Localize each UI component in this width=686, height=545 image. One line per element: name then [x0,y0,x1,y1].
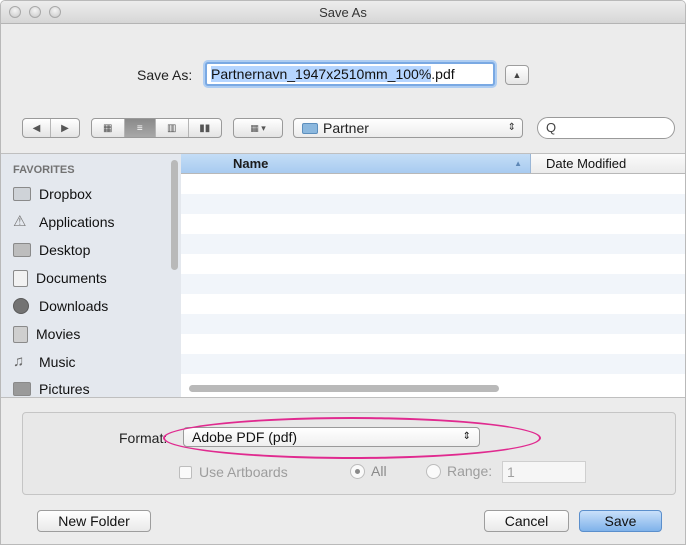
all-radio-option[interactable]: All [350,463,387,479]
sidebar-item-label: Downloads [39,298,109,314]
date-modified-column-header[interactable]: Date Modified [531,154,685,173]
use-artboards-label: Use Artboards [199,464,288,480]
sidebar-item-desktop[interactable]: Desktop [13,238,90,262]
filename-extension: .pdf [431,66,455,82]
sidebar-item-dropbox[interactable]: Dropbox [13,182,92,206]
range-radio-label: Range: [447,463,493,479]
icon-view-button[interactable]: ▦ [92,119,125,137]
table-row [181,334,685,354]
downloads-icon [13,298,29,314]
table-row [181,354,685,374]
list-view-button[interactable]: ≡ [124,119,157,137]
all-radio-label: All [371,463,387,479]
save-as-dialog: Save As Save As: Partnernavn_1947x2510mm… [0,0,686,545]
sidebar-item-label: Applications [39,214,115,230]
applications-icon: ⚠ [13,213,27,230]
sidebar-item-pictures[interactable]: Pictures [13,377,90,401]
range-input[interactable]: 1 [502,461,586,483]
sidebar-item-label: Documents [36,270,107,286]
music-icon: ♫ [13,353,25,370]
sidebar-item-label: Dropbox [39,186,92,202]
search-field[interactable]: Q [537,117,675,139]
documents-icon [13,269,28,287]
sidebar-scrollbar[interactable] [171,160,178,270]
title-bar: Save As [1,1,685,24]
format-select[interactable]: Adobe PDF (pdf) ⇕ [183,427,480,447]
filename-selected-text: Partnernavn_1947x2510mm_100% [211,66,432,82]
back-button[interactable]: ◀ [23,119,51,137]
desktop-icon [13,243,31,257]
format-label: Format: [119,430,168,446]
table-row [181,254,685,274]
sidebar-item-movies[interactable]: Movies [13,322,80,346]
location-popup[interactable]: Partner ⇕ [293,118,523,138]
expand-dialog-button[interactable]: ▲ [505,65,529,85]
camera-icon [13,382,31,396]
coverflow-view-icon: ▮▮ [199,122,211,134]
horizontal-scrollbar[interactable] [189,385,499,392]
table-row [181,174,685,194]
table-row [181,194,685,214]
table-row [181,214,685,234]
file-list: Name ▲ Date Modified [181,153,685,398]
movies-icon [13,325,28,343]
use-artboards-option[interactable]: Use Artboards [179,464,288,480]
name-column-header[interactable]: Name ▲ [181,154,531,173]
forward-button[interactable]: ▶ [51,119,79,137]
view-mode-control: ▦ ≡ ▥ ▮▮ [91,118,222,138]
sidebar: FAVORITES Dropbox ⚠ Applications Desktop… [1,153,181,398]
column-view-button[interactable]: ▥ [156,119,189,137]
sidebar-item-label: Movies [36,326,81,342]
sidebar-item-label: Pictures [39,381,90,397]
sidebar-item-downloads[interactable]: Downloads [13,294,108,318]
arrange-icon: ▦ ▾ [250,122,266,133]
sidebar-item-documents[interactable]: Documents [13,266,107,290]
cancel-button[interactable]: Cancel [484,510,569,532]
table-row [181,234,685,254]
back-forward-control: ◀ ▶ [22,118,80,138]
popup-arrows-icon: ⇕ [462,431,471,442]
folder-icon [302,123,318,134]
sidebar-item-label: Music [39,354,76,370]
column-header-row: Name ▲ Date Modified [181,154,685,174]
back-arrow-icon: ◀ [32,122,41,134]
name-column-label: Name [233,156,269,171]
icon-view-icon: ▦ [103,122,113,134]
table-row [181,294,685,314]
forward-arrow-icon: ▶ [61,122,69,134]
table-row [181,274,685,294]
range-radio[interactable] [426,463,441,479]
table-row [181,314,685,334]
triangle-up-icon: ▲ [512,70,522,80]
use-artboards-checkbox[interactable] [179,465,192,479]
date-modified-column-label: Date Modified [546,156,627,171]
folder-icon [13,187,31,201]
list-view-icon: ≡ [136,122,143,134]
search-icon: Q [546,120,557,135]
window-title: Save As [319,5,367,20]
favorites-header: FAVORITES [13,164,75,176]
sidebar-item-label: Desktop [39,242,91,258]
coverflow-view-button[interactable]: ▮▮ [189,119,221,137]
location-folder-name: Partner [323,120,369,136]
format-select-value: Adobe PDF (pdf) [192,429,298,445]
arrange-menu-button[interactable]: ▦ ▾ [233,118,283,138]
sidebar-item-applications[interactable]: ⚠ Applications [13,210,115,234]
save-button[interactable]: Save [579,510,662,532]
all-radio[interactable] [350,463,365,479]
save-as-label: Save As: [137,67,193,83]
column-view-icon: ▥ [167,122,177,134]
range-radio-option[interactable]: Range: [426,463,492,479]
filename-input[interactable]: Partnernavn_1947x2510mm_100%.pdf [205,62,495,86]
format-options-panel: Format: Adobe PDF (pdf) ⇕ Use Artboards … [22,412,676,495]
popup-arrows-icon: ⇕ [507,122,516,133]
new-folder-button[interactable]: New Folder [37,510,151,532]
sort-ascending-icon: ▲ [514,159,522,168]
sidebar-item-music[interactable]: ♫ Music [13,350,76,374]
